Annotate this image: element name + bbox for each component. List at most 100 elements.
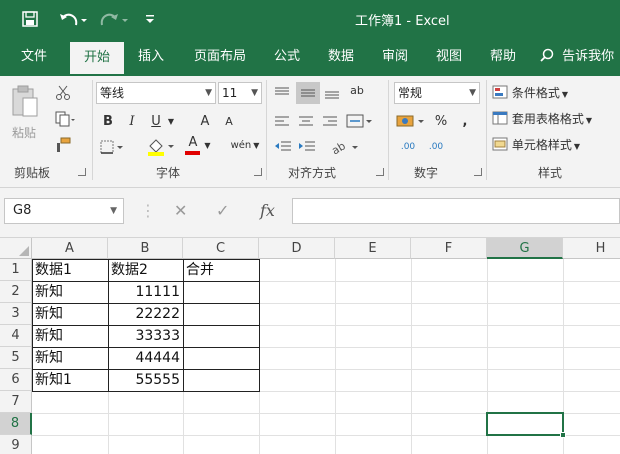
tab-page-layout[interactable]: 页面布局	[182, 38, 258, 76]
tab-data[interactable]: 数据	[318, 38, 364, 76]
cell-b2[interactable]: 11111	[108, 281, 180, 303]
chevron-down-icon: ▼	[253, 140, 260, 150]
undo-icon[interactable]	[56, 8, 90, 30]
column-header[interactable]: D	[259, 238, 335, 259]
bold-button[interactable]: B	[98, 110, 118, 132]
number-format-select[interactable]: 常规 ▼	[394, 82, 480, 104]
clipboard-launcher-icon[interactable]	[78, 168, 86, 176]
alignment-launcher-icon[interactable]	[376, 168, 384, 176]
copy-icon[interactable]	[52, 108, 78, 130]
italic-button[interactable]: I	[122, 110, 142, 132]
column-header[interactable]: B	[108, 238, 183, 259]
phonetic-glyph: wén	[230, 139, 252, 151]
format-as-table-button[interactable]: 套用表格格式 ▼	[492, 110, 592, 127]
row-header[interactable]: 2	[0, 281, 32, 303]
row-header[interactable]: 9	[0, 435, 32, 454]
percent-style-button[interactable]: %	[432, 110, 450, 132]
customize-toolbar-icon[interactable]	[142, 8, 158, 30]
tab-file[interactable]: 文件	[8, 38, 60, 76]
fill-color-icon[interactable]	[144, 136, 178, 158]
enter-icon[interactable]: ✓	[216, 201, 229, 220]
row-header[interactable]: 4	[0, 325, 32, 347]
column-header[interactable]: H	[563, 238, 620, 259]
cell-b3[interactable]: 22222	[108, 303, 180, 325]
chevron-down-icon[interactable]: ▼	[166, 110, 176, 132]
increase-indent-icon[interactable]	[296, 136, 318, 158]
align-top-icon[interactable]	[272, 82, 292, 104]
increase-decimal-button[interactable]: .00	[396, 136, 420, 158]
active-cell-g8[interactable]	[486, 412, 564, 436]
shrink-font-button[interactable]: A	[220, 110, 238, 132]
cell-a2[interactable]: 新知	[35, 281, 105, 303]
number-format-value: 常规	[398, 86, 423, 100]
tab-formulas[interactable]: 公式	[264, 38, 310, 76]
row-header[interactable]: 7	[0, 391, 32, 413]
row-header[interactable]: 1	[0, 259, 32, 281]
save-icon[interactable]	[18, 8, 42, 30]
decrease-indent-icon[interactable]	[272, 136, 294, 158]
row-header-selected[interactable]: 8	[0, 413, 32, 435]
decrease-decimal-button[interactable]: .00	[424, 136, 448, 158]
paste-icon[interactable]	[8, 82, 42, 122]
cell-styles-button[interactable]: 单元格样式 ▼	[492, 136, 580, 153]
format-painter-icon[interactable]	[52, 134, 74, 156]
comma-style-button[interactable]: ,	[456, 110, 474, 132]
cell-b1[interactable]: 数据2	[111, 259, 181, 281]
cell-b4[interactable]: 33333	[108, 325, 180, 347]
column-header[interactable]: F	[411, 238, 487, 259]
underline-button[interactable]: U	[146, 110, 166, 132]
tab-help[interactable]: 帮助	[480, 38, 526, 76]
number-launcher-icon[interactable]	[474, 168, 482, 176]
tab-review[interactable]: 审阅	[372, 38, 418, 76]
cell-a4[interactable]: 新知	[35, 325, 105, 347]
spreadsheet-grid[interactable]: A B C D E F G H 1 2 3 4 5 6 7 8 9 数据1 数据…	[0, 238, 620, 454]
select-all-button[interactable]	[0, 238, 32, 259]
phonetic-guide-button[interactable]: wén ▼	[228, 134, 262, 156]
conditional-format-button[interactable]: 条件格式 ▼	[492, 84, 568, 101]
tab-insert[interactable]: 插入	[126, 38, 176, 76]
align-center-icon[interactable]	[296, 110, 316, 132]
accounting-format-icon[interactable]	[394, 110, 428, 132]
font-color-button[interactable]: A ▼	[180, 134, 216, 156]
cell-c1[interactable]: 合并	[186, 259, 256, 281]
font-size-select[interactable]: 11 ▼	[218, 82, 262, 104]
formula-input[interactable]	[292, 198, 620, 224]
tell-me-box[interactable]: 告诉我你	[540, 38, 620, 76]
row-header[interactable]: 5	[0, 347, 32, 369]
cell-b5[interactable]: 44444	[108, 347, 180, 369]
align-middle-icon[interactable]	[296, 82, 320, 104]
insert-function-icon[interactable]: fx	[260, 201, 275, 220]
gridline	[411, 259, 412, 454]
row-header[interactable]: 6	[0, 369, 32, 391]
cell-a5[interactable]: 新知	[35, 347, 105, 369]
cell-a1[interactable]: 数据1	[35, 259, 105, 281]
align-bottom-icon[interactable]	[322, 82, 342, 104]
redo-icon[interactable]	[98, 8, 132, 30]
row-header[interactable]: 3	[0, 303, 32, 325]
conditional-format-label: 条件格式	[511, 86, 560, 100]
conditional-format-icon	[492, 85, 508, 99]
column-header[interactable]: A	[32, 238, 108, 259]
font-launcher-icon[interactable]	[254, 168, 262, 176]
cell-b6[interactable]: 55555	[108, 369, 180, 391]
orientation-icon[interactable]: ab	[328, 136, 362, 158]
tab-view[interactable]: 视图	[426, 38, 472, 76]
column-header[interactable]: C	[183, 238, 259, 259]
cell-a6[interactable]: 新知1	[35, 369, 105, 391]
name-box[interactable]: G8 ▼	[4, 198, 124, 224]
fill-handle[interactable]	[560, 432, 566, 438]
gridline	[335, 259, 336, 454]
font-name-select[interactable]: 等线 ▼	[96, 82, 216, 104]
tab-home[interactable]: 开始	[70, 42, 124, 76]
cell-a3[interactable]: 新知	[35, 303, 105, 325]
wrap-text-button[interactable]: ab	[346, 80, 368, 102]
align-left-icon[interactable]	[272, 110, 292, 132]
align-right-icon[interactable]	[320, 110, 340, 132]
cut-icon[interactable]	[52, 82, 74, 104]
grow-font-button[interactable]: A	[196, 110, 214, 132]
cancel-icon[interactable]: ✕	[174, 201, 187, 220]
column-header[interactable]: E	[335, 238, 411, 259]
column-header-selected[interactable]: G	[487, 238, 563, 259]
merge-center-icon[interactable]	[344, 110, 374, 132]
border-icon[interactable]	[98, 136, 126, 158]
